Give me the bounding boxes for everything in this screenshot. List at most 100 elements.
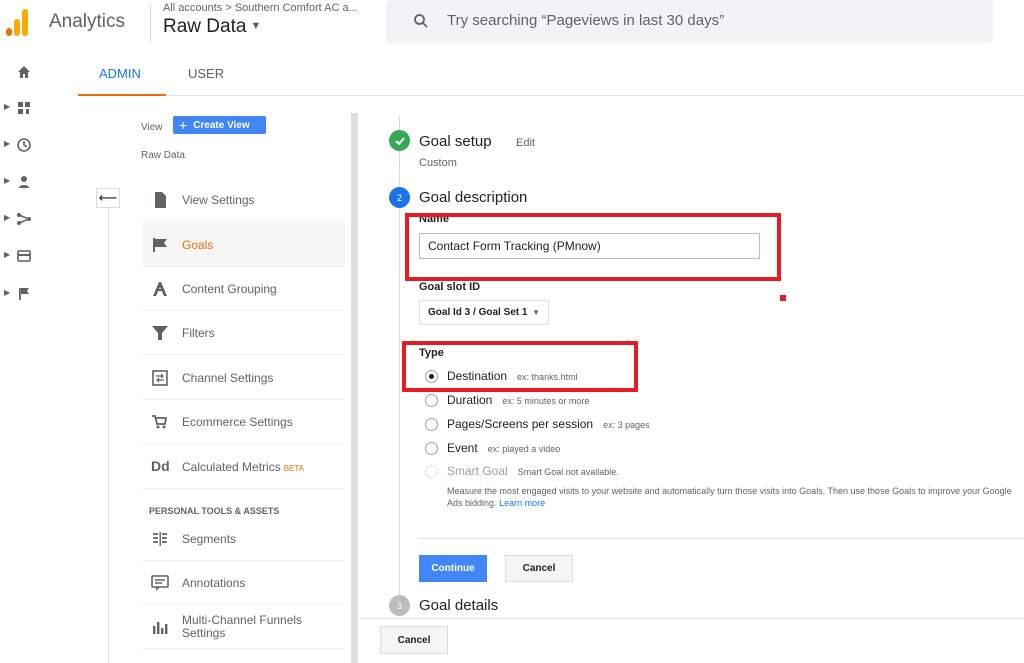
dd-icon: Dd [151,458,170,474]
menu-item-channel-settings[interactable]: Channel Settings [143,356,345,400]
menu-item-view-settings[interactable]: View Settings [143,178,345,222]
type-option-name: Event [447,441,478,455]
flag-icon [19,288,29,300]
document-icon [155,192,166,208]
type-option-label: Smart Goal Smart Goal not available. [447,464,619,478]
cancel-button[interactable]: Cancel [505,555,573,582]
expand-arrow-icon: ▶ [4,213,11,222]
type-option-name: Pages/Screens per session [447,417,594,431]
step1-subtitle: Custom [419,157,457,169]
smart-goal-description: Measure the most engaged visits to your … [447,485,1017,509]
continue-button[interactable]: Continue [419,555,487,582]
expand-arrow-icon: ▶ [4,250,11,259]
nav-behavior[interactable]: ▶ [0,246,50,268]
goal-slot-select[interactable]: Goal Id 3 / Goal Set 1 ▼ [419,300,549,325]
nav-realtime[interactable]: ▶ [0,135,50,157]
menu-item-calculated-metrics[interactable]: Dd Calculated Metrics BETA [143,445,345,489]
menu-item-label: Content Grouping [182,282,277,296]
expand-arrow-icon: ▶ [4,139,11,148]
back-button[interactable]: ⟵ [96,188,120,208]
filter-icon [152,326,168,340]
menu-item-label: Goals [182,238,214,252]
radio-button[interactable] [425,394,438,407]
annotations-icon [151,575,169,591]
nav-conversions[interactable]: ▶ [0,284,50,306]
acquisition-icon [17,213,32,225]
type-option-example: ex: 3 pages [603,420,650,430]
view-name: Raw Data [141,150,185,161]
menu-item-annotations[interactable]: Annotations [143,561,345,605]
breadcrumb[interactable]: All accounts > Southern Comfort AC a... [163,2,358,14]
top-bar: Analytics All accounts > Southern Comfor… [0,0,1024,48]
divider [360,618,1024,619]
tab-user[interactable]: USER [188,66,224,81]
back-arrow-icon: ⟵ [98,190,118,205]
tab-admin[interactable]: ADMIN [99,66,141,81]
divider [150,4,151,42]
divider [419,538,1024,539]
type-option-label: Event ex: played a video [447,441,560,455]
menu-item-label: Annotations [182,576,246,590]
annotation-box-name [405,213,781,281]
nav-home[interactable] [0,62,50,84]
step3-title: Goal details [419,597,499,614]
edit-link[interactable]: Edit [516,137,535,149]
admin-view-panel: View + Create View Raw Data ⟵ View Settin… [78,96,354,663]
view-selector[interactable]: Raw Data ▼ [163,16,261,38]
menu-item-multi-channel-funnels[interactable]: Multi-Channel Funnels Settings [143,605,345,649]
radio-button[interactable] [425,442,438,455]
menu-item-label: Filters [182,326,215,340]
panel-scrollbar[interactable] [351,113,358,663]
view-label: View [141,122,163,133]
menu-item-label: Calculated Metrics BETA [182,460,304,474]
type-option-example: ex: 5 minutes or more [502,396,590,406]
menu-item-label: Segments [182,532,237,546]
expand-arrow-icon: ▶ [4,176,11,185]
menu-item-label: View Settings [182,193,255,207]
nav-customization[interactable]: ▶ [0,98,50,120]
type-option-example: Smart Goal not available. [517,467,619,477]
plus-icon: + [179,117,188,133]
search-icon [414,14,428,28]
behavior-icon [17,250,31,262]
analytics-logo[interactable] [6,8,32,36]
expand-arrow-icon: ▶ [4,102,11,111]
search-placeholder: Try searching “Pageviews in last 30 days… [447,12,725,29]
view-selector-label: Raw Data [163,16,247,37]
radio-button[interactable] [425,418,438,431]
goal-form: Goal setup Edit Custom 2 Goal descriptio… [360,96,1024,663]
panel-divider [108,208,109,663]
content-grouping-icon [153,282,167,296]
nav-audience[interactable]: ▶ [0,172,50,194]
type-option-name: Duration [447,393,493,407]
type-option-name: Smart Goal [447,464,508,478]
search-bar[interactable]: Try searching “Pageviews in last 30 days… [386,0,993,43]
create-view-label: Create View [193,119,250,131]
segments-icon [153,532,167,546]
bottom-cancel-button[interactable]: Cancel [380,626,448,654]
cart-icon [152,415,168,429]
radio-button [425,465,438,478]
step1-check-icon [389,130,410,151]
create-view-button[interactable]: + Create View [173,116,266,134]
app-name: Analytics [49,11,126,32]
menu-item-label: Channel Settings [182,371,274,385]
menu-item-label-text: Calculated Metrics [182,460,281,474]
type-option-example: ex: played a video [487,444,561,454]
type-option-label: Duration ex: 5 minutes or more [447,393,589,407]
step3-badge: 3 [389,595,410,616]
menu-item-filters[interactable]: Filters [143,311,345,355]
annotation-dot [780,295,786,301]
funnels-icon [153,622,168,634]
menu-item-ecommerce-settings[interactable]: Ecommerce Settings [143,400,345,444]
menu-item-content-grouping[interactable]: Content Grouping [143,267,345,311]
menu-item-segments[interactable]: Segments [143,517,345,561]
caret-down-icon: ▼ [532,308,540,317]
menu-item-goals[interactable]: Goals [143,223,345,267]
flag-icon [153,238,167,252]
learn-more-link[interactable]: Learn more [499,498,545,508]
annotation-box-type [402,341,638,392]
menu-item-label: Multi-Channel Funnels Settings [182,613,303,640]
type-option-label: Pages/Screens per session ex: 3 pages [447,417,650,431]
nav-acquisition[interactable]: ▶ [0,209,50,231]
